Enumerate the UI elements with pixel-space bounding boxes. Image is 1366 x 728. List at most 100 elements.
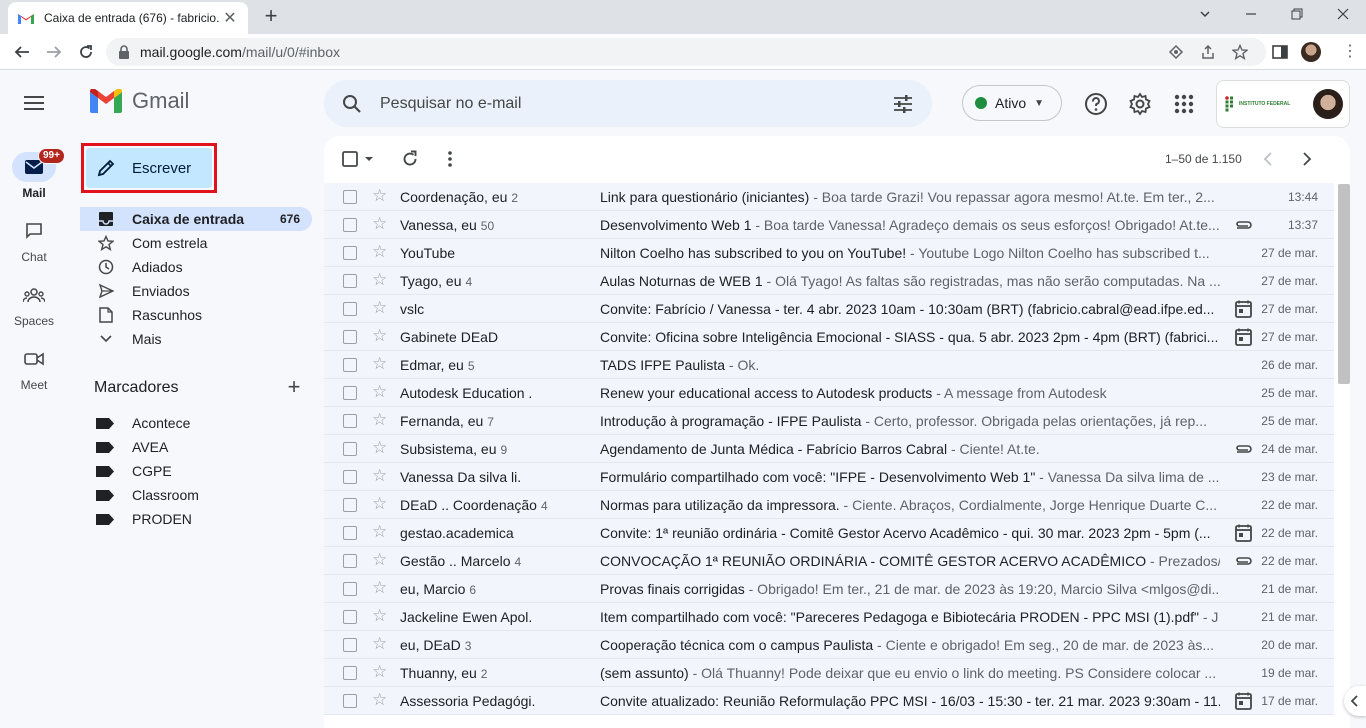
row-checkbox[interactable] [343,302,357,316]
star-toggle-icon[interactable]: ☆ [372,439,387,457]
main-menu-icon[interactable] [22,92,46,114]
attachment-icon[interactable] [1233,552,1255,570]
mail-row[interactable]: ☆ gestao.academica Convite: 1ª reunião ord… [324,519,1334,547]
row-checkbox[interactable] [343,470,357,484]
rail-chat[interactable]: Chat [0,216,68,264]
mail-row[interactable]: ☆ Edmar, eu 5 TADS IFPE Paulista - Ok. 26 de… [324,351,1334,379]
search-options-icon[interactable] [892,93,914,115]
account-avatar[interactable] [1313,89,1343,119]
mail-row[interactable]: ☆ eu, Marcio 6 Provas finais corrigidas - O… [324,575,1334,603]
star-toggle-icon[interactable]: ☆ [372,299,387,317]
refresh-icon[interactable] [400,149,420,169]
row-checkbox[interactable] [343,638,357,652]
row-checkbox[interactable] [343,694,357,708]
back-button[interactable] [8,38,36,66]
help-icon[interactable] [1084,92,1108,116]
row-checkbox[interactable] [343,358,357,372]
search-input[interactable]: Pesquisar no e-mail [380,95,521,113]
row-checkbox[interactable] [343,414,357,428]
browser-menu-icon[interactable]: ⋮ [1340,42,1360,62]
tab-search-icon[interactable] [1182,0,1228,30]
nav-sent[interactable]: Enviados [80,279,312,303]
tab-close-icon[interactable]: ✕ [222,8,238,28]
share-icon[interactable] [1200,44,1216,60]
gmail-logo[interactable]: Gmail [90,88,189,114]
row-checkbox[interactable] [343,246,357,260]
label-item[interactable]: PRODEN [96,508,192,530]
row-checkbox[interactable] [343,582,357,596]
row-checkbox[interactable] [343,666,357,680]
settings-gear-icon[interactable] [1128,92,1152,116]
star-toggle-icon[interactable]: ☆ [372,271,387,289]
row-checkbox[interactable] [343,386,357,400]
mail-row[interactable]: ☆ DEaD .. Coordenação 4 Normas para utiliza… [324,491,1334,519]
row-checkbox[interactable] [343,190,357,204]
select-options-caret-icon[interactable] [362,149,382,169]
star-toggle-icon[interactable]: ☆ [372,579,387,597]
star-toggle-icon[interactable]: ☆ [372,187,387,205]
apps-grid-icon[interactable] [1172,92,1196,116]
calendar-icon[interactable] [1233,524,1255,542]
attachment-icon[interactable] [1233,440,1255,458]
nav-drafts[interactable]: Rascunhos [80,303,312,327]
rail-spaces[interactable]: Spaces [0,280,68,328]
newer-page-icon[interactable] [1258,149,1278,169]
label-item[interactable]: Acontece [96,412,190,434]
minimize-button[interactable] [1228,0,1274,30]
row-checkbox[interactable] [343,498,357,512]
status-dropdown[interactable]: Ativo ▼ [962,85,1062,121]
search-icon[interactable] [342,94,362,114]
address-bar[interactable]: mail.google.com/mail/u/0/#inbox [106,38,1266,66]
mail-row[interactable]: ☆ Assessoria Pedagógi. Convite atualizado:… [324,687,1334,715]
calendar-icon[interactable] [1233,328,1255,346]
browser-tab[interactable]: Caixa de entrada (676) - fabricio. ✕ [8,2,248,34]
reload-button[interactable] [72,38,100,66]
row-checkbox[interactable] [343,610,357,624]
star-toggle-icon[interactable]: ☆ [372,551,387,569]
star-toggle-icon[interactable]: ☆ [372,327,387,345]
star-toggle-icon[interactable]: ☆ [372,383,387,401]
row-checkbox[interactable] [343,274,357,288]
calendar-icon[interactable] [1233,300,1255,318]
star-toggle-icon[interactable]: ☆ [372,411,387,429]
nav-snoozed[interactable]: Adiados [80,255,312,279]
install-app-icon[interactable] [1168,44,1184,60]
older-page-icon[interactable] [1297,149,1317,169]
search-bar[interactable]: Pesquisar no e-mail [324,80,932,127]
side-panel-icon[interactable] [1270,42,1290,62]
mail-row[interactable]: ☆ Subsistema, eu 9 Agendamento de Junta Méd… [324,435,1334,463]
browser-profile-avatar[interactable] [1301,42,1321,62]
compose-button[interactable]: Escrever [86,148,212,188]
calendar-icon[interactable] [1233,692,1255,710]
row-checkbox[interactable] [343,554,357,568]
star-toggle-icon[interactable]: ☆ [372,243,387,261]
side-panel-toggle[interactable] [1344,686,1366,716]
select-all-checkbox[interactable] [342,149,362,169]
star-toggle-icon[interactable]: ☆ [372,691,387,709]
mail-row[interactable]: ☆ YouTube Nilton Coelho has subscribed to … [324,239,1334,267]
mail-row[interactable]: ☆ Jackeline Ewen Apol. Item compartilhado … [324,603,1334,631]
row-checkbox[interactable] [343,526,357,540]
new-tab-button[interactable]: + [258,5,284,29]
forward-button[interactable] [40,38,68,66]
mail-list-scrollbar[interactable] [1338,184,1350,384]
star-toggle-icon[interactable]: ☆ [372,607,387,625]
star-toggle-icon[interactable]: ☆ [372,355,387,373]
star-toggle-icon[interactable]: ☆ [372,467,387,485]
nav-inbox[interactable]: Caixa de entrada 676 [80,207,312,231]
mail-row[interactable]: ☆ Vanessa Da silva li. Formulário comparti… [324,463,1334,491]
star-toggle-icon[interactable]: ☆ [372,495,387,513]
row-checkbox[interactable] [343,442,357,456]
add-label-button[interactable]: + [283,376,305,398]
star-toggle-icon[interactable]: ☆ [372,635,387,653]
mail-row[interactable]: ☆ eu, DEaD 3 Cooperação técnica com o campu… [324,631,1334,659]
label-item[interactable]: Classroom [96,484,199,506]
label-item[interactable]: AVEA [96,436,168,458]
mail-row[interactable]: ☆ Coordenação, eu 2 Link para questionário … [324,183,1334,211]
row-checkbox[interactable] [343,218,357,232]
close-window-button[interactable] [1320,0,1366,30]
mail-row[interactable]: ☆ Autodesk Education . Renew your educatio… [324,379,1334,407]
nav-starred[interactable]: Com estrela [80,231,312,255]
star-toggle-icon[interactable]: ☆ [372,215,387,233]
mail-row[interactable]: ☆ Vanessa, eu 50 Desenvolvimento Web 1 - Bo… [324,211,1334,239]
